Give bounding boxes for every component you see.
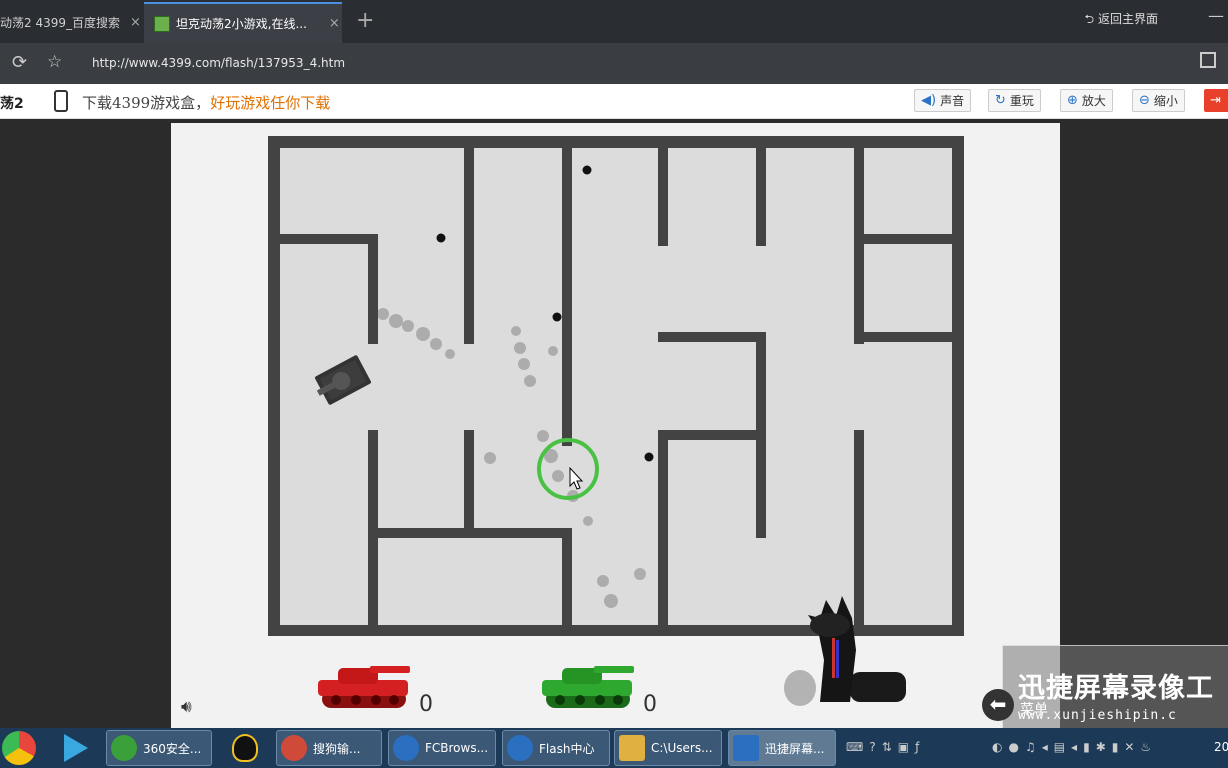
sound-label: 声音 [940,94,965,108]
promo-text-2: 好玩游戏任你下载 [210,94,331,112]
refresh-icon[interactable]: ⟳ [12,52,27,73]
tab-strip: 动荡2 4399_百度搜索 × 坦克动荡2小游戏,在线... × + ⮌ 返回主… [0,0,1228,43]
media-player-icon[interactable] [64,734,88,762]
tab-baidu-search[interactable]: 动荡2 4399_百度搜索 × [0,2,142,43]
taskbar-label: Flash中心 [539,741,595,756]
phone-icon [54,90,68,112]
download-promo-link[interactable]: 下载4399游戏盒，好玩游戏任你下载 [82,92,330,113]
sogou-icon [281,735,307,761]
replay-label: 重玩 [1009,94,1034,108]
red-player-score: 0 [419,692,433,717]
start-button-icon[interactable] [2,731,36,765]
close-icon[interactable]: × [329,16,340,31]
green-player-score: 0 [643,692,657,717]
new-tab-button[interactable]: + [356,8,374,33]
exit-icon[interactable]: ⇥ [1204,89,1228,112]
bullet [436,233,446,243]
replay-button[interactable]: ↻ 重玩 [988,89,1041,112]
return-icon: ⮌ [1084,12,1098,26]
zoom-in-icon: ⊕ [1067,93,1078,108]
back-arrow-icon[interactable]: ⬅ [982,689,1014,721]
game-toolbar: 荡2 下载4399游戏盒，好玩游戏任你下载 ◀) 声音 ↻ 重玩 ⊕ 放大 ⊖ 缩小 ⇥ [0,84,1228,119]
taskbar-item-fcbrowser[interactable]: FCBrows... [388,730,496,766]
volume-icon[interactable]: 🔊︎ [181,697,192,717]
bookmark-star-icon[interactable]: ☆ [47,52,62,72]
minimize-button[interactable]: — [1208,6,1224,25]
tab-tank-game[interactable]: 坦克动荡2小游戏,在线... × [144,2,342,43]
replay-icon: ↻ [995,93,1006,108]
taskbar-label: 360安全... [143,741,202,756]
maze-floor [280,148,952,625]
bullet [552,312,562,322]
zoom-in-label: 放大 [1081,94,1106,108]
red-tank-icon [318,666,410,708]
recorder-icon [733,735,759,761]
dog-mascot-icon [784,596,906,706]
address-bar: ⟳ ☆ http://www.4399.com/flash/137953_4.h… [0,43,1228,84]
return-home-button[interactable]: ⮌ 返回主界面 [1085,10,1158,31]
green-tank-icon [542,666,634,708]
bullet [582,165,592,175]
tank-maze[interactable] [268,136,964,636]
share-icon[interactable] [1200,52,1216,68]
taskbar-item-sogou[interactable]: 搜狗输... [276,730,382,766]
folder-icon [619,735,645,761]
flash-icon [507,735,533,761]
taskbar-label: 迅捷屏幕... [765,741,825,756]
zoom-out-label: 缩小 [1153,94,1178,108]
taskbar-item-360[interactable]: 360安全... [106,730,212,766]
tab-title: 动荡2 4399_百度搜索 [0,16,120,30]
zoom-out-button[interactable]: ⊖ 缩小 [1132,89,1185,112]
promo-text-1: 下载4399游戏盒， [82,94,211,112]
taskbar-item-recorder[interactable]: 迅捷屏幕... [728,730,836,766]
taskbar-label: 搜狗输... [313,741,361,756]
speaker-icon: ◀) [921,93,937,108]
zoom-out-icon: ⊖ [1139,93,1150,108]
flash-icon [393,735,419,761]
taskbar-label: FCBrows... [425,741,489,755]
bullet [644,452,654,462]
zoom-in-button[interactable]: ⊕ 放大 [1060,89,1113,112]
clock[interactable]: 20 [1214,740,1228,754]
url-field[interactable]: http://www.4399.com/flash/137953_4.htm [92,56,345,70]
taskbar-item-explorer[interactable]: C:\Users... [614,730,722,766]
tab-title: 坦克动荡2小游戏,在线... [176,17,307,31]
notification-area-icons[interactable]: ◐●♫◂▤◂▮✱▮✕♨ [992,740,1157,754]
qq-penguin-icon[interactable] [232,734,258,762]
taskbar-label: C:\Users... [651,741,713,755]
security-icon [111,735,137,761]
menu-label[interactable]: 菜单 [1020,699,1048,719]
taskbar-item-flash-center[interactable]: Flash中心 [502,730,610,766]
taskbar: 360安全... 搜狗输... FCBrows... Flash中心 C:\Us… [0,728,1228,768]
site-favicon-icon [154,15,170,32]
close-icon[interactable]: × [130,15,141,30]
return-home-label: 返回主界面 [1097,12,1158,26]
sound-button[interactable]: ◀) 声音 [914,89,972,112]
tray-icons[interactable]: ⌨?⇅▣ƒ [846,740,925,754]
game-title: 荡2 [0,96,24,112]
